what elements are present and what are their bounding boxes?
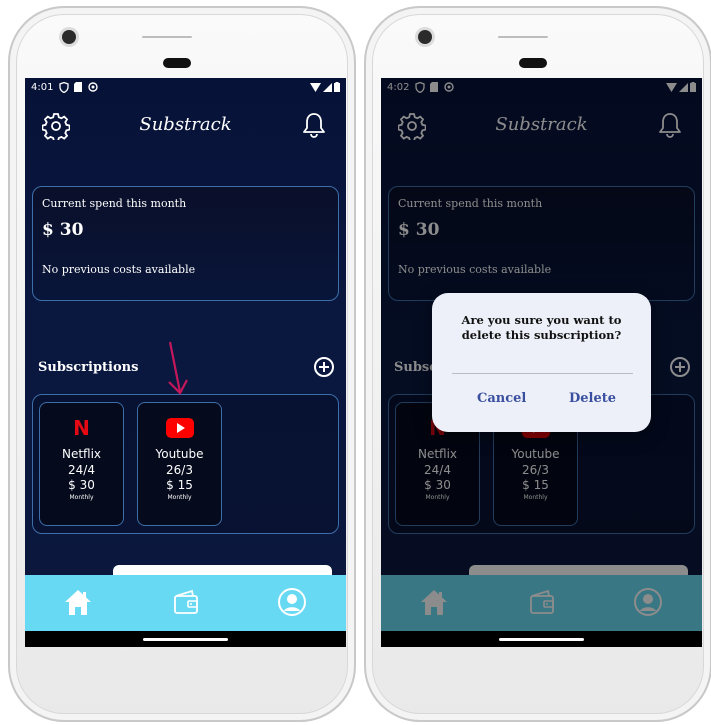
add-subscription-button[interactable] [314,357,334,377]
subscription-name: Netflix [61,447,102,461]
delete-confirmation-dialog: Are you sure you want to delete this sub… [432,293,651,432]
earpiece-slot [142,36,192,38]
app-title: Substrack [139,114,232,135]
wifi-icon [310,82,321,92]
sync-icon [88,82,99,92]
front-camera [418,30,432,44]
previous-costs-text: No previous costs available [42,263,196,276]
bottom-navigation [25,575,346,631]
cancel-button[interactable]: Cancel [477,391,526,406]
screen-right: 4:02 Substrack Current spend this month … [381,78,702,647]
profile-icon[interactable] [277,587,307,617]
gesture-bar [381,631,702,647]
dialog-divider [452,373,633,374]
notification-bell-icon[interactable] [300,111,328,139]
subscription-date: 26/3 [166,463,193,477]
delete-button[interactable]: Delete [569,391,616,406]
home-indicator[interactable] [143,638,228,641]
subscription-price: $ 15 [166,478,193,492]
speaker [163,58,191,68]
home-indicator[interactable] [499,638,584,641]
subscriptions-panel: N Netflix 24/4 $ 30 Monthly Youtube 26/3… [32,394,339,534]
subscription-card-netflix[interactable]: N Netflix 24/4 $ 30 Monthly [39,402,124,526]
wallet-icon[interactable] [171,587,201,617]
subscription-date: 24/4 [68,463,95,477]
phone-frame-right: 4:02 Substrack Current spend this month … [364,6,711,722]
home-icon[interactable] [63,587,93,617]
subscription-name: Youtube [155,447,204,461]
current-spend-card: Current spend this month $ 30 No previou… [32,186,339,301]
spend-label: Current spend this month [42,197,187,210]
netflix-icon: N [73,416,90,440]
subscriptions-heading: Subscriptions [38,360,139,375]
app-bar: Substrack [25,106,346,146]
status-bar: 4:01 [25,78,346,96]
gesture-bar [25,631,346,647]
dialog-message: Are you sure you want to delete this sub… [461,313,622,342]
sd-card-icon [74,82,83,92]
subscription-price: $ 30 [68,478,95,492]
subscription-frequency: Monthly [167,494,192,501]
front-camera [62,30,76,44]
earpiece-slot [498,36,548,38]
speaker [519,58,547,68]
youtube-icon [165,418,194,438]
shield-icon [59,81,70,93]
status-time: 4:01 [31,81,54,93]
subscription-card-youtube[interactable]: Youtube 26/3 $ 15 Monthly [137,402,222,526]
spend-amount: $ 30 [42,220,84,240]
subscription-frequency: Monthly [69,494,94,501]
battery-icon [334,82,340,92]
annotation-arrow-icon [168,341,188,395]
signal-icon [323,82,332,92]
